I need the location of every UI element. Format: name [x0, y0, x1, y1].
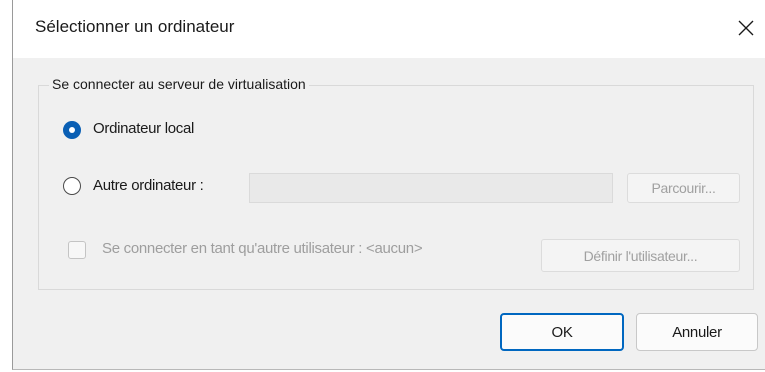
- other-user-checkbox[interactable]: [68, 241, 86, 259]
- close-icon: [738, 20, 754, 36]
- close-button[interactable]: [729, 10, 765, 46]
- title-bar: Sélectionner un ordinateur: [13, 0, 765, 58]
- computer-name-input[interactable]: [249, 173, 613, 203]
- other-computer-label[interactable]: Autre ordinateur :: [93, 177, 204, 194]
- local-computer-label[interactable]: Ordinateur local: [93, 120, 194, 137]
- select-computer-dialog: Sélectionner un ordinateur Se connecter …: [12, 0, 765, 370]
- other-computer-radio[interactable]: [63, 177, 81, 195]
- other-user-label[interactable]: Se connecter en tant qu'autre utilisateu…: [102, 240, 423, 257]
- set-user-button[interactable]: Définir l'utilisateur...: [541, 239, 740, 272]
- browse-button[interactable]: Parcourir...: [627, 173, 740, 203]
- cancel-button[interactable]: Annuler: [636, 313, 758, 351]
- group-label: Se connecter au serveur de virtualisatio…: [49, 76, 309, 92]
- dialog-title: Sélectionner un ordinateur: [35, 17, 235, 36]
- local-computer-radio[interactable]: [63, 121, 81, 139]
- ok-button[interactable]: OK: [500, 313, 624, 351]
